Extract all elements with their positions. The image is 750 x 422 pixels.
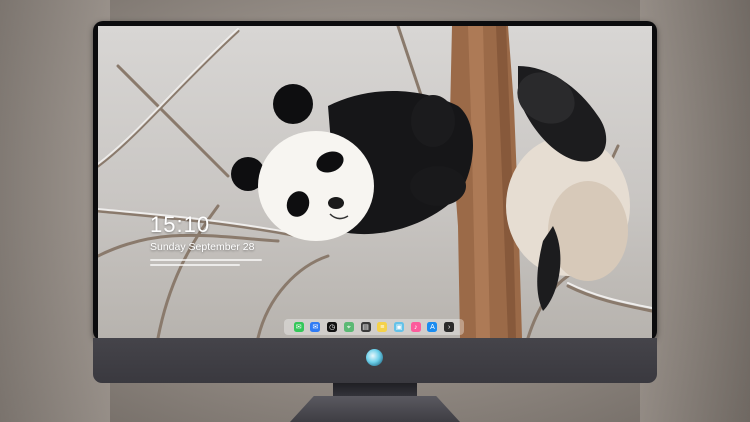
lock-date: Sunday September 28 (150, 241, 255, 253)
clapper-icon[interactable]: ▤ (360, 322, 371, 332)
app-store-icon[interactable]: A (427, 322, 438, 332)
brand-logo-icon (366, 349, 383, 366)
clock-icon[interactable]: ◷ (327, 322, 338, 332)
notes-icon[interactable]: ≡ (377, 322, 388, 332)
panda-head (258, 131, 374, 241)
messages-icon[interactable]: ✉ (293, 322, 304, 332)
dock: ✉ ✉ ◷ ⌖ ▤ ≡ ▣ ♪ A › (284, 319, 464, 335)
imac-monitor: 15:10 Sunday September 28 ✉ ✉ ◷ ⌖ ▤ ≡ ▣ ♪ A › (93, 21, 657, 383)
monitor-stand-base (290, 396, 460, 422)
photos-icon[interactable]: ▣ (394, 322, 405, 332)
lock-screen[interactable]: 15:10 Sunday September 28 ✉ ✉ ◷ ⌖ ▤ ≡ ▣ ♪ A › (98, 26, 652, 338)
wallpaper-panda-image (98, 26, 652, 338)
music-icon[interactable]: ♪ (410, 322, 421, 332)
notification-preview[interactable] (150, 259, 262, 269)
monitor-bezel: 15:10 Sunday September 28 ✉ ✉ ◷ ⌖ ▤ ≡ ▣ ♪ A › (93, 21, 657, 341)
monitor-chin (93, 338, 657, 383)
terminal-icon[interactable]: › (444, 322, 455, 332)
panda-ear-right (273, 84, 313, 124)
mail-icon[interactable]: ✉ (310, 322, 321, 332)
maps-icon[interactable]: ⌖ (343, 322, 354, 332)
lock-clock: 15:10 (150, 212, 211, 237)
